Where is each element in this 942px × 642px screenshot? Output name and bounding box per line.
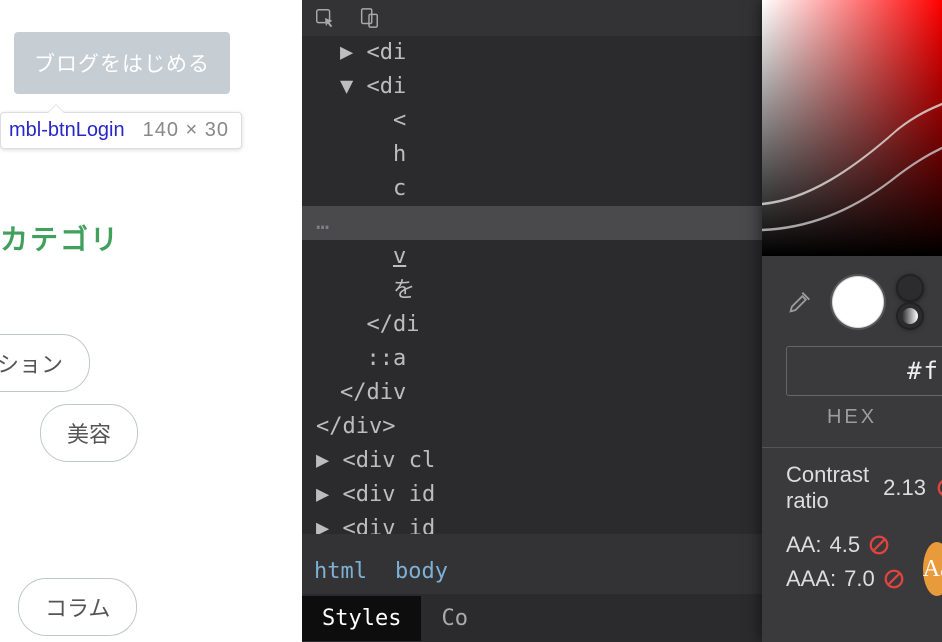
color-picker: HEX Contrast ratio 2.13 AA: 4.5 bbox=[762, 0, 942, 642]
format-label: HEX bbox=[762, 400, 942, 447]
hue-slider[interactable] bbox=[902, 280, 918, 296]
site-preview: ブログをはじめる mbl-btnLogin 140 × 30 カテゴリ ション … bbox=[0, 0, 302, 642]
tab-styles[interactable]: Styles bbox=[302, 596, 421, 641]
hue-slider-thumb[interactable] bbox=[898, 276, 922, 300]
tooltip-dimensions: 140 × 30 bbox=[143, 119, 229, 142]
hex-input[interactable] bbox=[786, 346, 942, 396]
devtools-panel: ▶ <di ▼ <di < h c … v を </di ::a </div <… bbox=[302, 0, 942, 642]
fail-icon bbox=[868, 534, 890, 556]
breadcrumb-body[interactable]: body bbox=[395, 559, 448, 584]
eyedropper-icon[interactable] bbox=[786, 288, 814, 316]
tag-column[interactable]: コラム bbox=[18, 578, 137, 636]
aa-value: 4.5 bbox=[829, 528, 860, 562]
blog-start-button[interactable]: ブログをはじめる bbox=[14, 32, 230, 94]
tab-computed[interactable]: Co bbox=[421, 596, 488, 641]
tag-beauty[interactable]: 美容 bbox=[40, 404, 138, 462]
element-size-tooltip: mbl-btnLogin 140 × 30 bbox=[0, 112, 242, 149]
alpha-slider-thumb[interactable] bbox=[898, 304, 922, 328]
contrast-value: 2.13 bbox=[883, 475, 926, 501]
contrast-sample-swatch[interactable]: Aa bbox=[923, 542, 942, 596]
contrast-section: Contrast ratio 2.13 AA: 4.5 AAA: bbox=[762, 462, 942, 602]
category-heading: カテゴリ bbox=[0, 218, 120, 258]
aaa-label: AAA: bbox=[786, 562, 836, 596]
aaa-value: 7.0 bbox=[844, 562, 875, 596]
fail-icon bbox=[883, 568, 905, 590]
breadcrumb-html[interactable]: html bbox=[314, 559, 367, 584]
aa-label: AA: bbox=[786, 528, 821, 562]
contrast-label: Contrast ratio bbox=[786, 462, 869, 514]
selected-color-swatch[interactable] bbox=[832, 276, 884, 328]
saturation-value-field[interactable] bbox=[762, 0, 942, 256]
device-toggle-icon[interactable] bbox=[358, 7, 380, 29]
alpha-slider[interactable] bbox=[902, 308, 918, 324]
contrast-curve-icon bbox=[762, 0, 942, 256]
fail-icon bbox=[936, 477, 942, 499]
inspect-icon[interactable] bbox=[314, 7, 336, 29]
tooltip-selector: mbl-btnLogin bbox=[9, 119, 125, 142]
tag-fashion[interactable]: ション bbox=[0, 334, 90, 392]
